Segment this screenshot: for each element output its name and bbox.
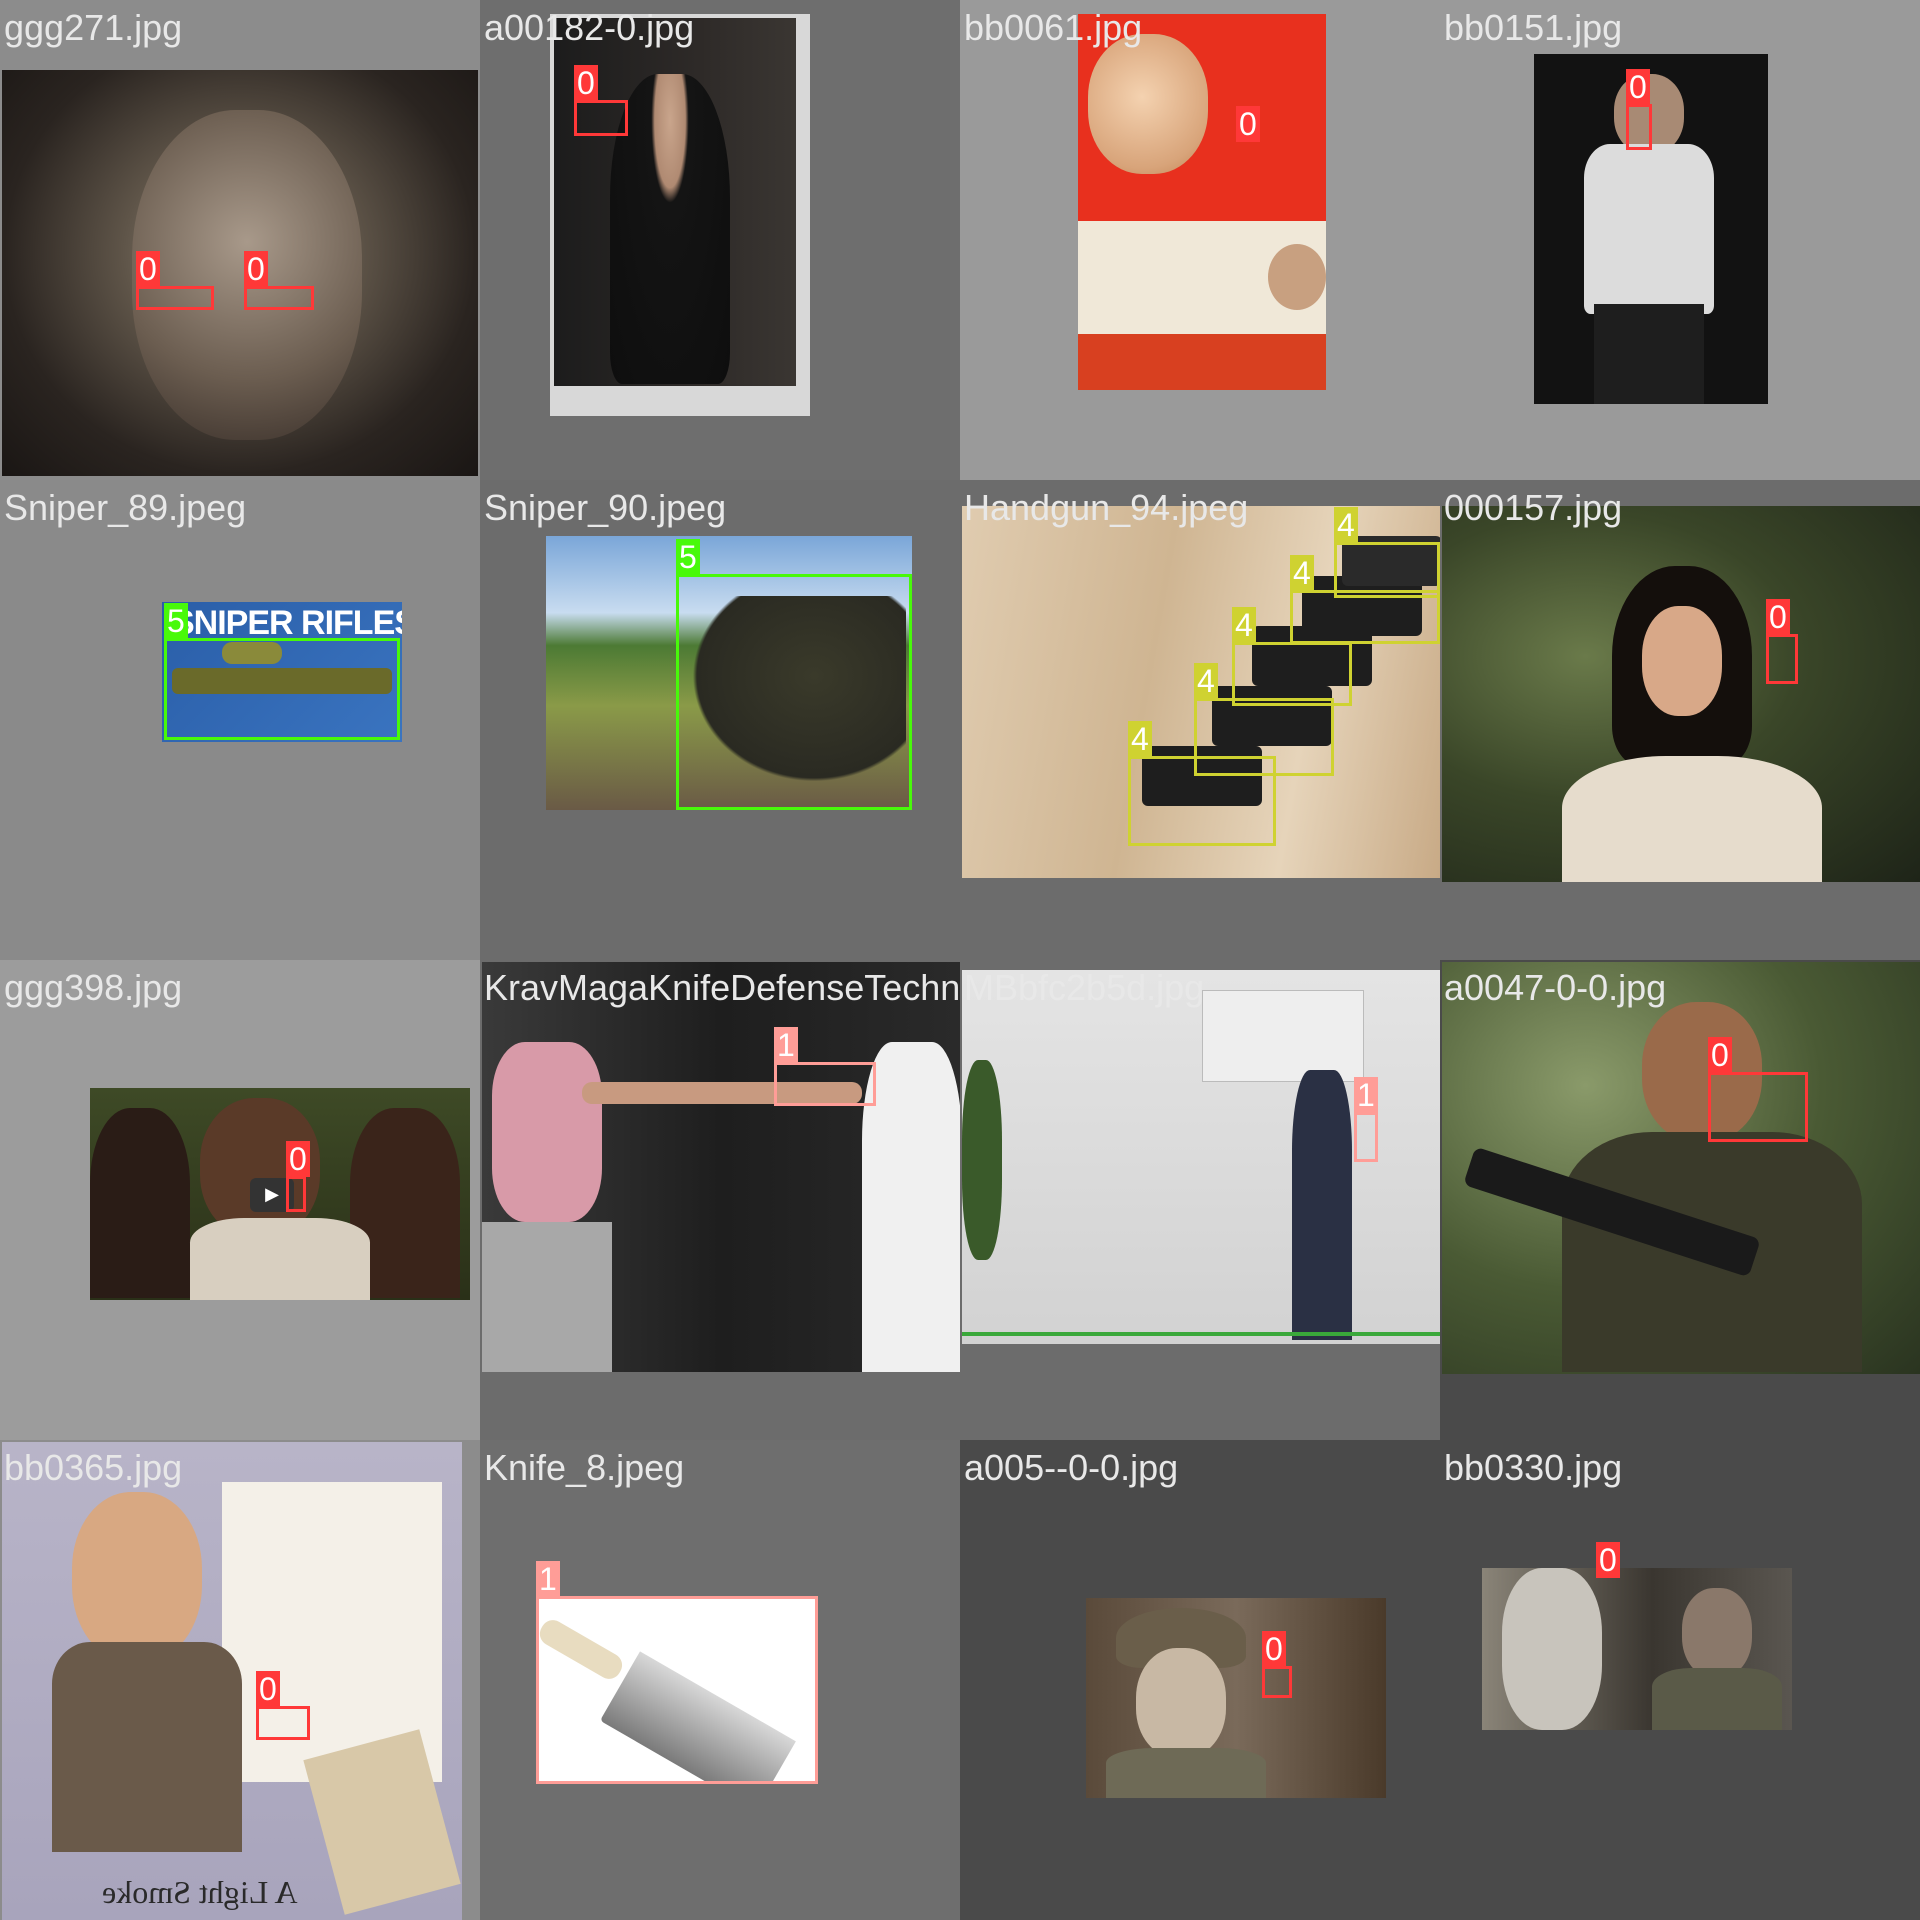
mosaic-grid: ggg271.jpg 0 0 a00182-0.jpg 0 bb0061.jpg… <box>0 0 1920 1920</box>
mosaic-cell: Sniper_90.jpeg 5 <box>480 480 960 960</box>
filename-label: a00182-0.jpg <box>484 7 695 48</box>
filename-label: a005--0-0.jpg <box>964 1447 1179 1488</box>
detection-box: 5 <box>676 539 912 810</box>
photo-thumbnail: ▶ <box>90 1088 470 1300</box>
mosaic-cell: bb0151.jpg 0 <box>1440 0 1920 480</box>
filename-label: 000157.jpg <box>1444 487 1623 528</box>
detection-box: 0 <box>244 251 314 310</box>
ad-caption: A Light Smoke <box>102 1874 298 1910</box>
filename-label: bb0365.jpg <box>4 1447 183 1488</box>
photo-thumbnail <box>1078 14 1326 390</box>
filename-label: Knife_8.jpeg <box>484 1447 685 1488</box>
class-label: 0 <box>574 65 598 101</box>
class-label: 4 <box>1128 721 1152 757</box>
detection-box: 5 <box>164 603 400 740</box>
photo-thumbnail <box>1086 1598 1386 1798</box>
filename-label: KravMagaKnifeDefenseTechniques.jpg <box>484 967 960 1008</box>
mosaic-cell: a005--0-0.jpg 0 <box>960 1440 1440 1920</box>
class-label: 4 <box>1334 507 1358 543</box>
class-label: 0 <box>1596 1542 1620 1578</box>
mosaic-cell: a0047-0-0.jpg 0 <box>1440 960 1920 1440</box>
mosaic-cell: ggg271.jpg 0 0 <box>0 0 480 480</box>
detection-box: 0 <box>256 1671 310 1740</box>
class-label: 5 <box>164 603 188 639</box>
detection-box: 4 <box>1194 663 1334 776</box>
detection-box: 0 <box>286 1141 310 1212</box>
class-label: 0 <box>1626 69 1650 105</box>
mosaic-cell: A Light Smoke bb0365.jpg 0 <box>0 1440 480 1920</box>
mosaic-cell: Handgun_94.jpeg 4 4 4 4 4 <box>960 480 1440 960</box>
mosaic-cell: MBbfc2b5d.jpg 1 <box>960 960 1440 1440</box>
filename-label: MBbfc2b5d.jpg <box>964 967 1205 1008</box>
class-label: 0 <box>1262 1631 1286 1667</box>
mosaic-cell: ▶ ggg398.jpg 0 <box>0 960 480 1440</box>
mosaic-cell: SNIPER RIFLES Sniper_89.jpeg 5 <box>0 480 480 960</box>
detection-box: 0 <box>574 65 628 136</box>
class-label: 0 <box>1766 599 1790 635</box>
detection-box: 1 <box>1354 1077 1378 1162</box>
filename-label: Sniper_90.jpeg <box>484 487 727 528</box>
detection-box: 4 <box>1290 555 1440 644</box>
filename-label: bb0151.jpg <box>1444 7 1623 48</box>
detection-box: 1 <box>536 1561 818 1784</box>
filename-label: Handgun_94.jpeg <box>964 487 1249 528</box>
photo-thumbnail <box>482 962 960 1372</box>
detection-box: 1 <box>774 1027 876 1106</box>
detection-box: 4 <box>1232 607 1352 706</box>
filename-label: ggg271.jpg <box>4 7 183 48</box>
mosaic-cell: Knife_8.jpeg 1 <box>480 1440 960 1920</box>
class-label: 0 <box>1708 1037 1732 1073</box>
detection-box: 0 <box>1766 599 1798 684</box>
mosaic-cell: a00182-0.jpg 0 <box>480 0 960 480</box>
class-label: 4 <box>1290 555 1314 591</box>
filename-label: a0047-0-0.jpg <box>1444 967 1667 1008</box>
class-label: 0 <box>1236 106 1260 142</box>
class-label: 4 <box>1194 663 1218 699</box>
class-label: 0 <box>136 251 160 287</box>
filename-label: bb0061.jpg <box>964 7 1143 48</box>
mosaic-cell: bb0061.jpg 0 <box>960 0 1440 480</box>
class-label: 0 <box>286 1141 310 1177</box>
class-label: 0 <box>244 251 268 287</box>
detection-box: 0 <box>1708 1037 1808 1142</box>
mosaic-cell: 000157.jpg 0 <box>1440 480 1920 960</box>
class-label: 1 <box>1354 1077 1378 1113</box>
filename-label: Sniper_89.jpeg <box>4 487 247 528</box>
detection-box: 0 <box>1262 1631 1292 1698</box>
class-label: 4 <box>1232 607 1256 643</box>
class-label: 1 <box>774 1027 798 1063</box>
filename-label: ggg398.jpg <box>4 967 183 1008</box>
class-label: 1 <box>536 1561 560 1597</box>
photo-thumbnail <box>1442 506 1920 882</box>
class-label: 5 <box>676 539 700 575</box>
photo-thumbnail: A Light Smoke <box>2 1442 462 1920</box>
photo-thumbnail <box>1482 1568 1792 1730</box>
mosaic-cell: bb0330.jpg 0 <box>1440 1440 1920 1920</box>
mosaic-cell: KravMagaKnifeDefenseTechniques.jpg 1 <box>480 960 960 1440</box>
photo-thumbnail <box>1442 962 1920 1374</box>
detection-box: 0 <box>136 251 214 310</box>
photo-thumbnail <box>2 70 478 476</box>
detection-box: 0 <box>1626 69 1652 150</box>
detection-box: 4 <box>1334 507 1440 598</box>
filename-label: bb0330.jpg <box>1444 1447 1623 1488</box>
class-label: 0 <box>256 1671 280 1707</box>
